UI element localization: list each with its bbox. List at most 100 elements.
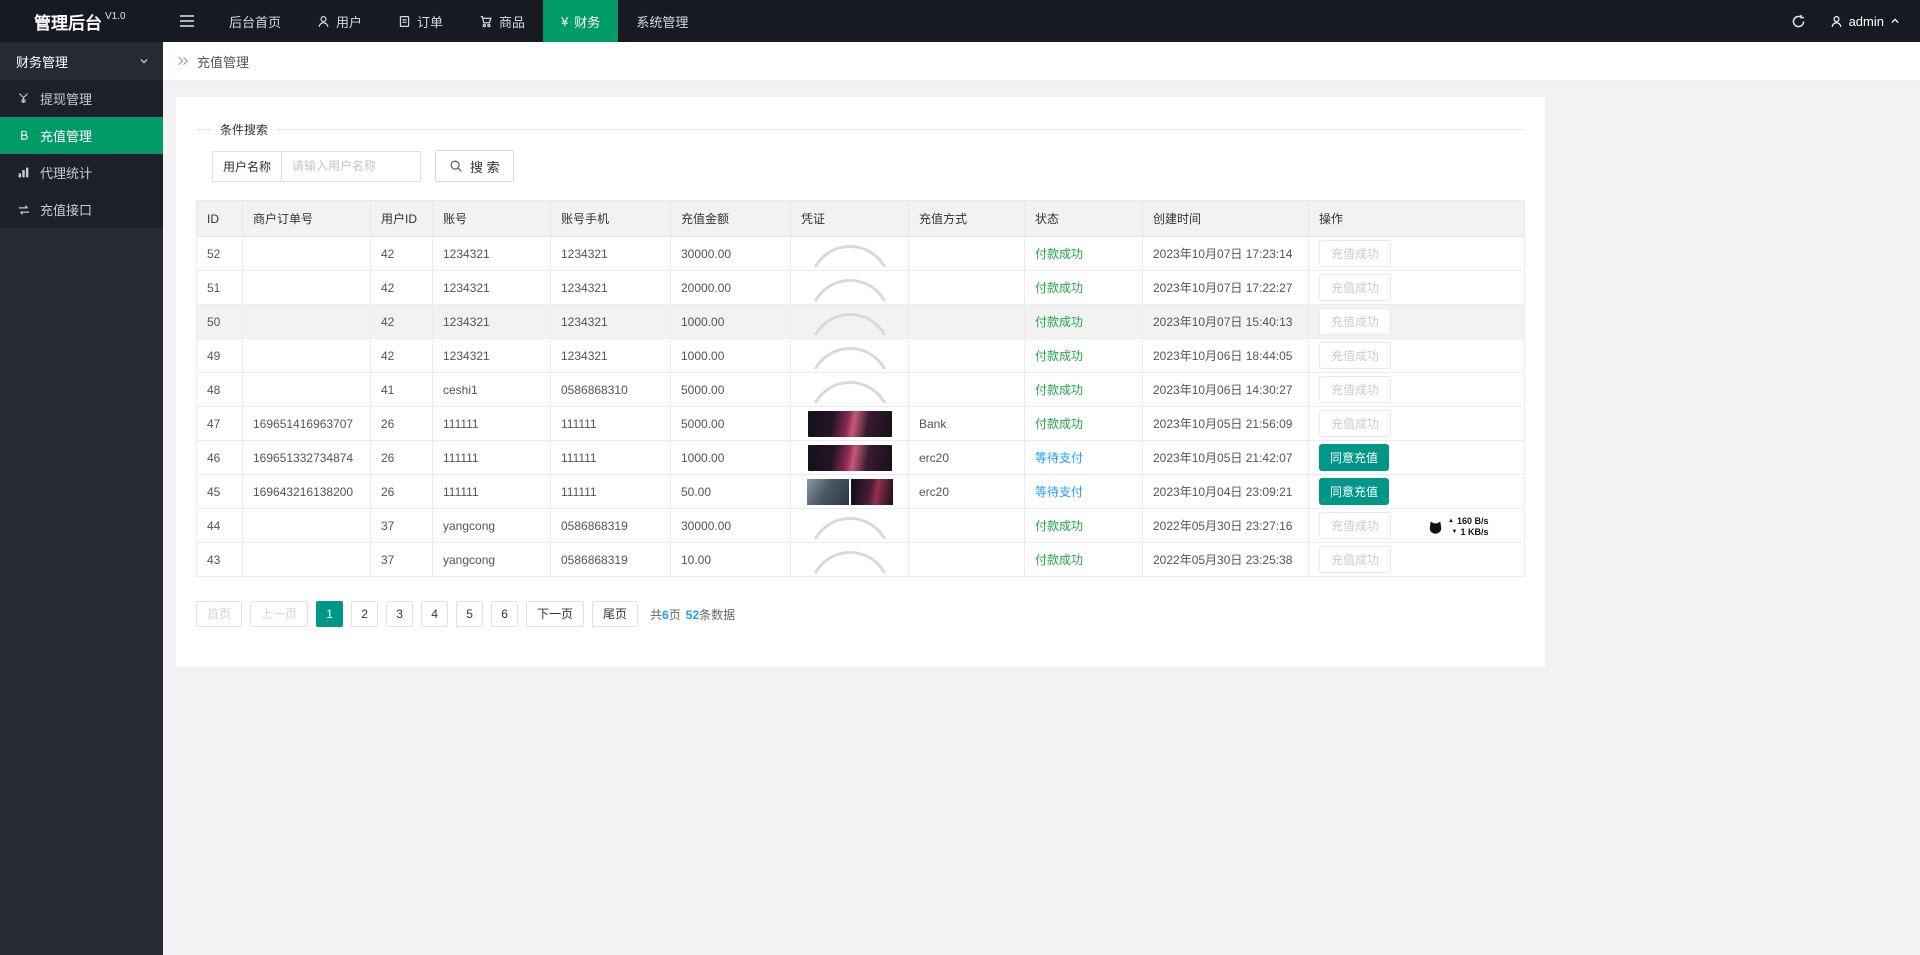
- nav-item-users[interactable]: 用户: [299, 0, 380, 42]
- cell-actions: 充值成功: [1308, 406, 1525, 441]
- cell-merchant-order-no: [242, 304, 371, 339]
- first-page-button: 首页: [196, 601, 243, 627]
- voucher-images[interactable]: [806, 478, 893, 505]
- sidebar-toggle-button[interactable]: [163, 0, 211, 42]
- nav-item-finance[interactable]: ¥ 财务: [543, 0, 619, 42]
- cell-recharge-method: [908, 304, 1025, 339]
- cell-account-phone: 1234321: [550, 236, 671, 271]
- cell-actions: 充值成功: [1308, 372, 1525, 407]
- cell-created-time: 2023年10月04日 23:09:21: [1142, 474, 1309, 509]
- chevron-down-icon: [139, 57, 149, 65]
- nav-item-products[interactable]: 商品: [461, 0, 543, 42]
- pagination-pages: 123456: [316, 601, 519, 627]
- page-button-3[interactable]: 3: [386, 601, 414, 627]
- next-page-button[interactable]: 下一页: [526, 601, 585, 627]
- cell-id: 43: [196, 542, 243, 577]
- cell-actions: 充值成功: [1308, 542, 1525, 577]
- bar-chart-icon: [16, 166, 31, 179]
- nav-item-dashboard[interactable]: 后台首页: [211, 0, 299, 42]
- cell-merchant-order-no: [242, 338, 371, 373]
- username-input[interactable]: [282, 151, 421, 181]
- col-account: 账号: [432, 200, 551, 237]
- col-recharge-amount: 充值金额: [670, 200, 791, 237]
- sidebar-item-recharge[interactable]: 充值管理: [0, 117, 163, 154]
- search-icon: [449, 159, 463, 173]
- refresh-icon[interactable]: [1791, 14, 1806, 29]
- cell-recharge-amount: 30000.00: [670, 508, 791, 543]
- sidebar: 财务管理 提现管理 充值管理 代理统计 充值接口: [0, 42, 163, 955]
- app-logo: 管理后台 V1.0: [0, 0, 163, 42]
- status-text: 等待支付: [1035, 485, 1084, 499]
- cell-id: 47: [196, 406, 243, 441]
- cell-id: 44: [196, 508, 243, 543]
- cell-voucher: [790, 508, 909, 543]
- cell-merchant-order-no: [242, 236, 371, 271]
- page-button-1[interactable]: 1: [316, 601, 344, 627]
- cell-created-time: 2022年05月30日 23:25:38: [1142, 542, 1309, 577]
- sidebar-item-label: 代理统计: [40, 166, 93, 181]
- traffic-values: ▲ 160 B/s ▼ 1 KB/s: [1448, 516, 1488, 538]
- page-button-4[interactable]: 4: [421, 601, 449, 627]
- last-page-button[interactable]: 尾页: [592, 601, 639, 627]
- total-items: 52: [685, 607, 700, 622]
- cell-user-id: 42: [370, 270, 433, 305]
- cell-account: 1234321: [432, 270, 551, 305]
- pagination-summary: 共6页 52条数据: [650, 607, 736, 622]
- table-row: 49 42 1234321 1234321 1000.00 付款成功 2023年…: [196, 338, 1525, 373]
- cell-voucher: [790, 542, 909, 577]
- cell-voucher: [790, 372, 909, 407]
- cell-status: 等待支付: [1024, 440, 1143, 475]
- cell-recharge-method: [908, 372, 1025, 407]
- cell-recharge-amount: 1000.00: [670, 338, 791, 373]
- cell-user-id: 42: [370, 236, 433, 271]
- cell-actions: 充值成功: [1308, 508, 1525, 543]
- cell-merchant-order-no: [242, 508, 371, 543]
- approve-recharge-button[interactable]: 同意充值: [1319, 444, 1390, 471]
- approve-recharge-button[interactable]: 同意充值: [1319, 478, 1390, 505]
- search-button[interactable]: 搜 索: [435, 150, 514, 182]
- voucher-image[interactable]: [850, 478, 893, 505]
- cell-created-time: 2023年10月07日 15:40:13: [1142, 304, 1309, 339]
- voucher-placeholder-image: [807, 343, 893, 369]
- voucher-image[interactable]: [807, 444, 892, 471]
- sidebar-section-finance[interactable]: 财务管理: [0, 42, 163, 80]
- voucher-image[interactable]: [807, 410, 892, 437]
- pagination: 首页 上一页 123456 下一页 尾页 共6页 52条数据: [196, 601, 1525, 627]
- search-legend: 条件搜索: [220, 123, 269, 137]
- cell-recharge-amount: 20000.00: [670, 270, 791, 305]
- cell-recharge-method: erc20: [908, 440, 1025, 475]
- nav-item-orders[interactable]: 订单: [380, 0, 461, 42]
- admin-menu[interactable]: admin: [1830, 14, 1900, 29]
- page-button-5[interactable]: 5: [456, 601, 484, 627]
- document-icon: [398, 15, 411, 28]
- cell-recharge-amount: 1000.00: [670, 440, 791, 475]
- cell-account-phone: 1234321: [550, 338, 671, 373]
- cell-user-id: 41: [370, 372, 433, 407]
- page-button-6[interactable]: 6: [491, 601, 519, 627]
- sidebar-item-withdraw[interactable]: 提现管理: [0, 80, 163, 117]
- nav-item-system[interactable]: 系统管理: [618, 0, 706, 42]
- cell-actions: 同意充值: [1308, 440, 1525, 475]
- cell-recharge-method: erc20: [908, 474, 1025, 509]
- table-row: 44 37 yangcong 0586868319 30000.00 付款成功 …: [196, 508, 1525, 543]
- app-title: 管理后台: [34, 13, 102, 33]
- cell-actions: 充值成功: [1308, 270, 1525, 305]
- voucher-placeholder-image: [807, 547, 893, 573]
- cell-account: 1234321: [432, 338, 551, 373]
- recharge-done-button: 充值成功: [1319, 376, 1392, 403]
- table-row: 46 169651332734874 26 111111 111111 1000…: [196, 440, 1525, 475]
- voucher-image[interactable]: [806, 478, 849, 505]
- page-button-2[interactable]: 2: [351, 601, 379, 627]
- app-version: V1.0: [105, 10, 126, 22]
- sidebar-item-recharge-api[interactable]: 充值接口: [0, 191, 163, 228]
- cell-recharge-amount: 5000.00: [670, 406, 791, 441]
- nav-item-label: 后台首页: [229, 14, 282, 30]
- table-row: 47 169651416963707 26 111111 111111 5000…: [196, 406, 1525, 441]
- sidebar-item-agent-stats[interactable]: 代理统计: [0, 154, 163, 191]
- status-text: 付款成功: [1035, 315, 1084, 329]
- cell-account: 111111: [432, 440, 551, 475]
- voucher-placeholder-image: [807, 309, 893, 335]
- cell-status: 付款成功: [1024, 542, 1143, 577]
- admin-username: admin: [1848, 13, 1884, 29]
- cell-recharge-method: [908, 542, 1025, 577]
